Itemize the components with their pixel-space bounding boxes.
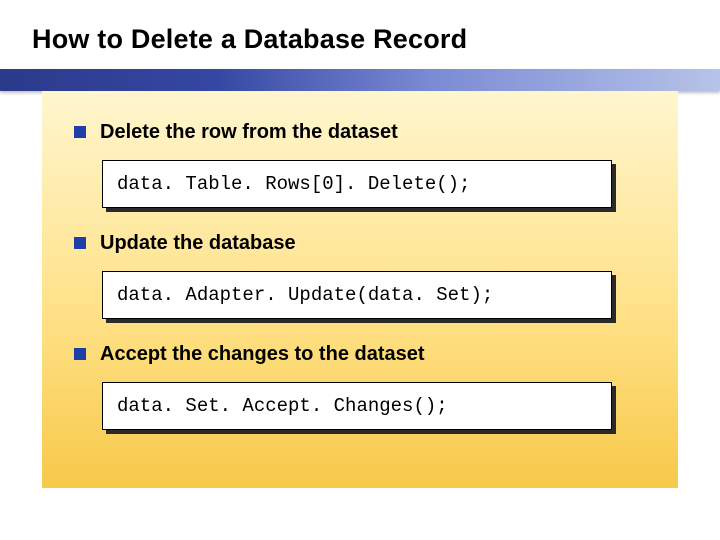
code-block: data. Set. Accept. Changes(); (102, 382, 612, 430)
code-block: data. Table. Rows[0]. Delete(); (102, 160, 612, 208)
bullet-label: Update the database (100, 232, 296, 255)
code-block: data. Adapter. Update(data. Set); (102, 271, 612, 319)
divider-band (0, 69, 720, 91)
square-bullet-icon (74, 237, 86, 249)
square-bullet-icon (74, 126, 86, 138)
code-text: data. Table. Rows[0]. Delete(); (102, 160, 612, 208)
code-text: data. Adapter. Update(data. Set); (102, 271, 612, 319)
bullet-item: Update the database (74, 232, 652, 255)
bullet-item: Delete the row from the dataset (74, 121, 652, 144)
bullet-label: Accept the changes to the dataset (100, 343, 425, 366)
bullet-label: Delete the row from the dataset (100, 121, 398, 144)
slide-body: Delete the row from the dataset data. Ta… (42, 91, 678, 488)
code-text: data. Set. Accept. Changes(); (102, 382, 612, 430)
slide-title: How to Delete a Database Record (32, 24, 720, 55)
bullet-item: Accept the changes to the dataset (74, 343, 652, 366)
slide: How to Delete a Database Record Delete t… (0, 0, 720, 540)
square-bullet-icon (74, 348, 86, 360)
